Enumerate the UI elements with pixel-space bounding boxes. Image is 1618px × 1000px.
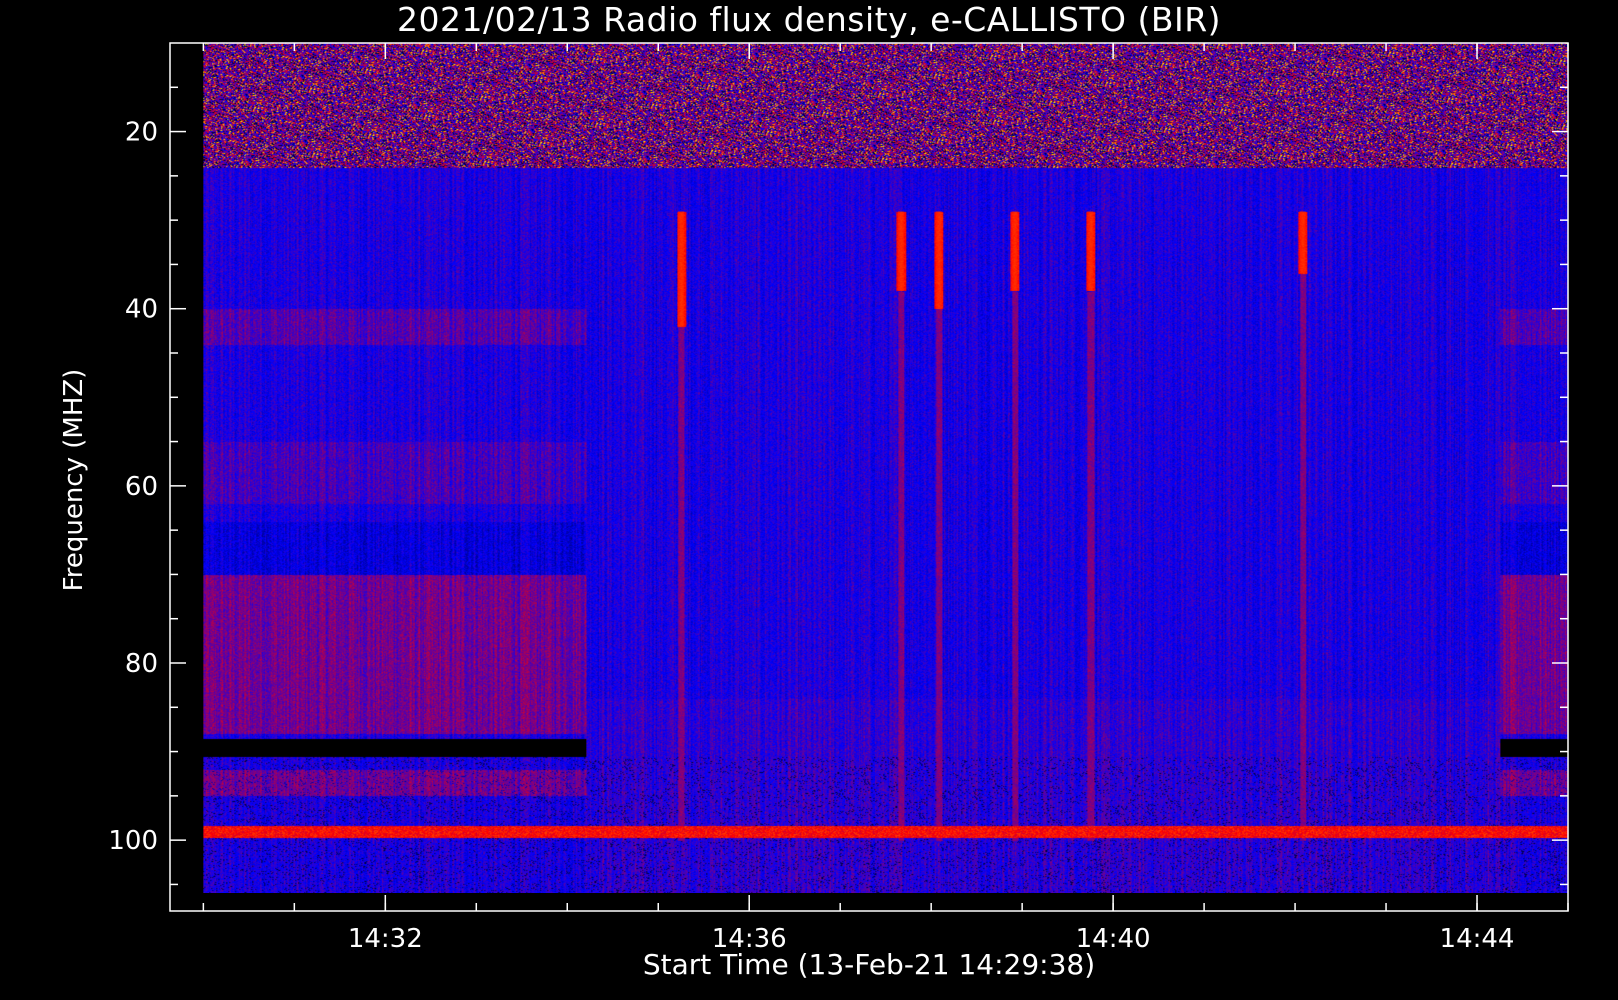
burst-mark [935, 211, 942, 309]
spectrogram-image [203, 43, 1569, 893]
spectrogram-chart: 2040608010014:32 14:36 14:40 14:44 [108, 42, 1569, 954]
y-tick-label: 60 [125, 472, 158, 502]
y-tick-label: 80 [125, 649, 158, 679]
y-tick-label: 40 [125, 295, 158, 325]
burst-mark [677, 211, 684, 327]
burst-mark [897, 211, 904, 291]
x-axis-title: Start Time (13-Feb-21 14:29:38) [642, 948, 1096, 981]
spectrogram-heatmap [203, 43, 1569, 893]
burst-mark [1299, 211, 1306, 274]
y-tick-label: 20 [125, 118, 158, 148]
y-tick-label: 100 [108, 826, 158, 856]
y-axis-title: Frequency (MHZ) [59, 368, 89, 592]
burst-mark [1011, 211, 1018, 291]
burst-mark [1087, 211, 1094, 291]
